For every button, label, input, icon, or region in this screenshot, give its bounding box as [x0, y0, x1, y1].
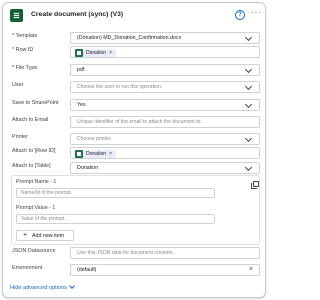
- file-type-value: pdf: [77, 67, 85, 73]
- attach-table-value: Donation: [77, 165, 99, 171]
- card-header[interactable]: Create document (sync) (V3) ? ···: [3, 3, 265, 29]
- excel-icon: [75, 49, 83, 57]
- user-row: User Choose the user to run this operati…: [3, 81, 265, 93]
- row-id-label: * Row ID: [12, 47, 34, 53]
- hide-advanced-options-label: Hide advanced options: [10, 285, 67, 291]
- chevron-down-icon[interactable]: [244, 163, 253, 172]
- prompt-name-placeholder: Name/Id of the prompt.: [21, 190, 73, 196]
- user-placeholder: Choose the user to run this operation.: [77, 84, 163, 90]
- json-datasource-label: JSON Datasource: [12, 248, 56, 254]
- json-datasource-placeholder: Use this JSON data for document creation…: [77, 250, 174, 256]
- row-id-token[interactable]: Donation ×: [75, 49, 117, 57]
- printer-dropdown[interactable]: Choose printer.: [70, 133, 260, 145]
- attach-email-input[interactable]: Unique identifier of the email to attach…: [70, 116, 260, 128]
- remove-token-icon[interactable]: ×: [109, 151, 112, 157]
- save-sharepoint-row: Save to SharePoint Yes: [3, 99, 265, 111]
- attach-row-id-field[interactable]: Donation ×: [70, 147, 260, 159]
- chevron-down-icon[interactable]: [244, 65, 253, 74]
- attach-email-placeholder: Unique identifier of the email to attach…: [77, 119, 202, 125]
- prompt-name-label: Prompt Name - 1: [16, 179, 57, 185]
- prompt-array-group: Prompt Name - 1 Name/Id of the prompt. P…: [11, 175, 260, 245]
- attach-table-dropdown[interactable]: Donation: [70, 162, 260, 174]
- chevron-down-icon[interactable]: [244, 100, 253, 109]
- card-title: Create document (sync) (V3): [31, 11, 124, 18]
- excel-icon: [75, 150, 83, 158]
- attach-table-row: Attach to [Table] Donation: [3, 162, 265, 174]
- chevron-down-icon: [69, 283, 75, 289]
- file-type-dropdown[interactable]: pdf: [70, 64, 260, 76]
- action-card: Create document (sync) (V3) ? ··· * Temp…: [2, 2, 266, 298]
- attach-row-id-label: Attach to [Row ID]: [12, 148, 56, 154]
- template-dropdown[interactable]: (Donation) MD_Donation_Confirmation.docx: [70, 32, 260, 44]
- chevron-down-icon[interactable]: [244, 82, 253, 91]
- attach-row-id-token[interactable]: Donation ×: [75, 150, 117, 158]
- row-id-row: * Row ID Donation ×: [3, 46, 265, 58]
- chevron-down-icon[interactable]: [244, 134, 253, 143]
- chevron-down-icon[interactable]: [244, 33, 253, 42]
- user-dropdown[interactable]: Choose the user to run this operation.: [70, 81, 260, 93]
- prompt-name-input[interactable]: Name/Id of the prompt.: [16, 188, 215, 198]
- file-type-row: * File Type pdf: [3, 64, 265, 76]
- printer-label: Printer: [12, 134, 28, 140]
- clear-icon[interactable]: ×: [249, 266, 253, 274]
- plus-icon: +: [23, 232, 28, 239]
- environment-label: Environment: [12, 265, 43, 271]
- json-datasource-row: JSON Datasource Use this JSON data for d…: [3, 247, 265, 259]
- user-label: User: [12, 82, 24, 88]
- prompt-value-label: Prompt Value - 1: [16, 205, 56, 211]
- add-new-item-label: Add new item: [32, 233, 65, 239]
- save-sharepoint-dropdown[interactable]: Yes: [70, 99, 260, 111]
- help-icon[interactable]: ?: [235, 10, 245, 20]
- row-id-token-label: Donation: [86, 50, 107, 56]
- attach-table-label: Attach to [Table]: [12, 163, 51, 169]
- printer-placeholder: Choose printer.: [77, 136, 112, 142]
- prompt-value-input[interactable]: Value of the prompt.: [16, 214, 215, 224]
- printer-row: Printer Choose printer.: [3, 133, 265, 145]
- environment-value: (default): [77, 267, 97, 273]
- attach-email-row: Attach to Email Unique identifier of the…: [3, 116, 265, 128]
- file-type-label: * File Type: [12, 65, 38, 71]
- more-options-icon[interactable]: ···: [251, 8, 262, 17]
- attach-row-id-token-label: Donation: [86, 151, 107, 157]
- document-app-icon: [10, 9, 23, 22]
- prompt-value-placeholder: Value of the prompt.: [21, 216, 66, 222]
- row-id-field[interactable]: Donation ×: [70, 46, 260, 58]
- environment-row: Environment (default) ×: [3, 264, 265, 276]
- template-label: * Template: [12, 33, 38, 39]
- environment-field[interactable]: (default) ×: [70, 264, 260, 276]
- copy-icon[interactable]: [251, 181, 259, 189]
- add-new-item-button[interactable]: + Add new item: [16, 230, 74, 241]
- template-value: (Donation) MD_Donation_Confirmation.docx: [77, 35, 182, 41]
- attach-row-id-row: Attach to [Row ID] Donation ×: [3, 147, 265, 159]
- remove-token-icon[interactable]: ×: [109, 50, 112, 56]
- template-row: * Template (Donation) MD_Donation_Confir…: [3, 32, 265, 44]
- json-datasource-input[interactable]: Use this JSON data for document creation…: [70, 247, 260, 259]
- save-sharepoint-value: Yes: [77, 102, 86, 108]
- attach-email-label: Attach to Email: [12, 117, 49, 123]
- hide-advanced-options-link[interactable]: Hide advanced options: [10, 283, 75, 291]
- save-sharepoint-label: Save to SharePoint: [12, 100, 59, 106]
